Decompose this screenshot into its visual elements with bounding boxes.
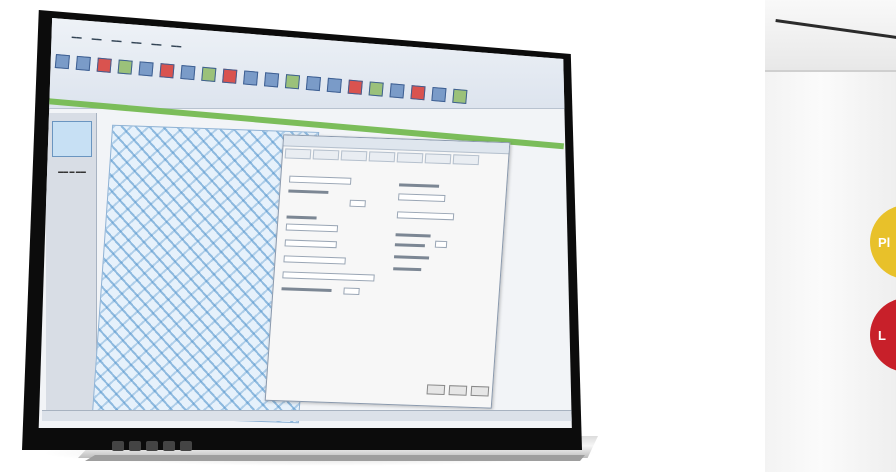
dialog-field [397,193,446,203]
tool-icon [159,63,175,79]
dock-icon [146,441,158,451]
dialog-label [395,233,431,238]
dialog-label [393,255,430,260]
dialog-tab [424,153,452,165]
laptop: ▬▬ ▬▬ ▬▬ ▬▬ ▬▬ ▬▬ ▬▬ ▬ ▬▬ [0,0,896,472]
ribbon-tools [54,54,468,104]
tool-icon [368,81,384,97]
laptop-screen: ▬▬ ▬▬ ▬▬ ▬▬ ▬▬ ▬▬ ▬▬ ▬ ▬▬ [38,18,572,428]
dialog-tab [340,150,368,162]
tool-icon [305,75,321,92]
tool-icon [75,55,91,71]
dialog-field [284,239,337,249]
tool-icon [410,85,426,101]
tool-icon [347,79,363,95]
tool-icon [243,70,259,86]
laptop-base-lip [85,455,585,461]
dock-icon [180,441,192,451]
thumbnail-label: ▬▬ ▬ ▬▬ [58,169,86,175]
tool-icon [117,59,133,75]
tool-icon [389,83,405,99]
dock [112,440,222,452]
dialog-field [282,271,375,282]
ribbon-tabs: ▬▬ ▬▬ ▬▬ ▬▬ ▬▬ ▬▬ [71,34,181,50]
dialog-field [288,175,352,185]
dialog-field [343,287,360,296]
dock-icon [129,441,141,451]
settings-dialog [264,134,511,409]
dock-icon [112,441,124,451]
tool-icon [138,61,154,77]
thumbnail-panel: ▬▬ ▬ ▬▬ [46,113,97,413]
dialog-field [285,223,339,233]
dialog-field [396,211,455,221]
dock-icon [163,441,175,451]
dialog-tab [368,151,396,163]
app-ribbon: ▬▬ ▬▬ ▬▬ ▬▬ ▬▬ ▬▬ [38,18,572,150]
dialog-field [283,255,346,265]
tool-icon [180,64,196,81]
dialog-tab [452,154,480,166]
ribbon-tab: ▬▬ [111,37,122,45]
ribbon-tab: ▬▬ [131,39,142,47]
tool-icon [96,57,112,73]
tool-icon [284,74,301,90]
dialog-label [398,183,440,188]
dialog-label [281,287,332,293]
tool-icon [326,77,342,93]
tool-icon [431,86,447,103]
dialog-label [286,215,317,220]
tool-icon [263,72,280,88]
ribbon-tab: ▬▬ [71,34,82,41]
tool-icon [222,68,238,84]
dialog-tab [284,148,312,160]
dialog-label [288,189,329,194]
dialog-field [349,199,366,208]
tool-icon [54,54,70,70]
status-bar [42,410,572,421]
dialog-tab [396,152,424,164]
dialog-field [434,240,448,249]
dialog-label [394,243,425,248]
dialog-button[interactable] [426,384,446,395]
dialog-button[interactable] [448,385,468,396]
page-thumbnail [52,121,92,157]
tool-icon [201,66,217,82]
dialog-button[interactable] [470,385,490,397]
ribbon-tab: ▬▬ [91,35,102,43]
ribbon-tab: ▬▬ [171,42,182,50]
dialog-tab [312,149,340,161]
dialog-label [393,267,422,272]
product-photo: Pl L ▬▬ ▬▬ ▬▬ ▬▬ ▬▬ ▬▬ ▬▬ ▬ ▬▬ [0,0,896,472]
ribbon-tab: ▬▬ [151,40,162,48]
tool-icon [452,88,468,104]
